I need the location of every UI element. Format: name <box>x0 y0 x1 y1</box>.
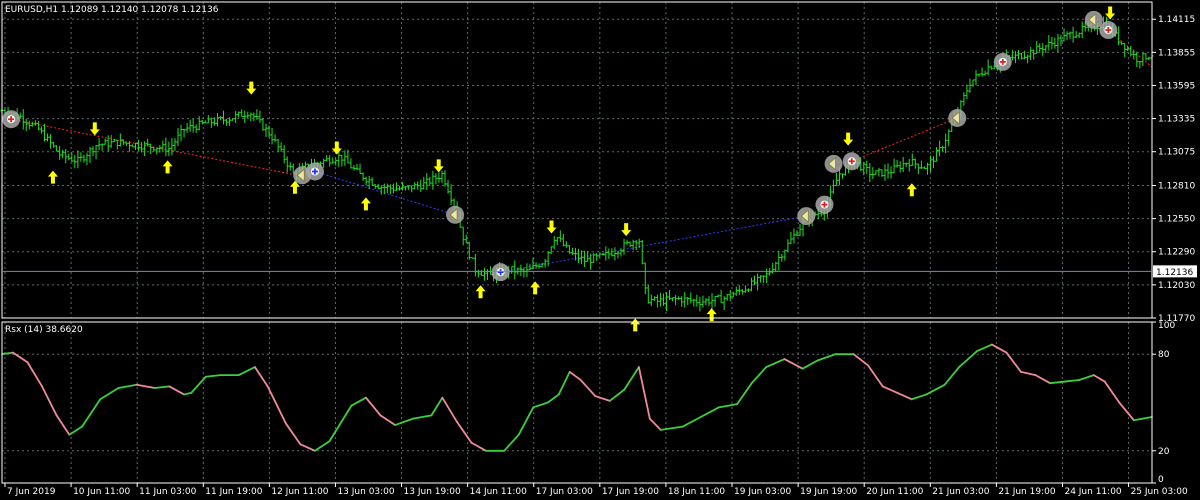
price-tick-label: 1.12290 <box>1158 248 1195 258</box>
time-tick-label: 13 Jun 19:00 <box>404 487 461 497</box>
time-tick-label: 25 Jun 03:00 <box>1131 487 1188 497</box>
time-tick-label: 21 Jun 03:00 <box>932 487 989 497</box>
time-tick-label: 17 Jun 19:00 <box>602 487 659 497</box>
time-tick-label: 10 Jun 11:00 <box>73 487 130 497</box>
time-tick-label: 13 Jun 03:00 <box>337 487 394 497</box>
price-tick-label: 1.13075 <box>1158 148 1195 158</box>
time-tick-label: 20 Jun 11:00 <box>866 487 923 497</box>
price-tick-label: 1.12550 <box>1158 215 1195 225</box>
rsx-tick-label: 100 <box>1158 321 1175 331</box>
time-tick-label: 17 Jun 03:00 <box>536 487 593 497</box>
price-tick-label: 1.14115 <box>1158 15 1195 25</box>
chart-background <box>0 0 1200 500</box>
time-tick-label: 21 Jun 19:00 <box>998 487 1055 497</box>
time-tick-label: 24 Jun 11:00 <box>1064 487 1121 497</box>
rsx-tick-label: 0 <box>1158 475 1164 485</box>
price-tick-label: 1.13595 <box>1158 81 1195 91</box>
time-tick-label: 19 Jun 19:00 <box>800 487 857 497</box>
time-tick-label: 7 Jun 2019 <box>7 487 56 497</box>
current-price-label: 1.12136 <box>1156 268 1193 278</box>
price-tick-label: 1.13335 <box>1158 115 1195 125</box>
price-tick-label: 1.12030 <box>1158 281 1195 291</box>
time-tick-label: 11 Jun 03:00 <box>139 487 196 497</box>
time-tick-label: 11 Jun 19:00 <box>205 487 262 497</box>
time-tick-label: 12 Jun 11:00 <box>271 487 328 497</box>
price-tick-label: 1.12810 <box>1158 181 1195 191</box>
chart-title: EURUSD,H1 1.12089 1.12140 1.12078 1.1213… <box>5 5 219 15</box>
time-tick-label: 18 Jun 11:00 <box>668 487 725 497</box>
time-tick-label: 14 Jun 11:00 <box>470 487 527 497</box>
price-tick-label: 1.13855 <box>1158 48 1195 58</box>
rsx-tick-label: 80 <box>1158 350 1170 360</box>
time-tick-label: 19 Jun 03:00 <box>734 487 791 497</box>
mt4-chart-window[interactable]: 1.12136 1.14115 1.13855 1.13595 1.13335 1.13… <box>0 0 1200 500</box>
rsx-indicator-title: Rsx (14) 38.6620 <box>5 325 83 335</box>
rsx-tick-label: 20 <box>1158 447 1170 457</box>
